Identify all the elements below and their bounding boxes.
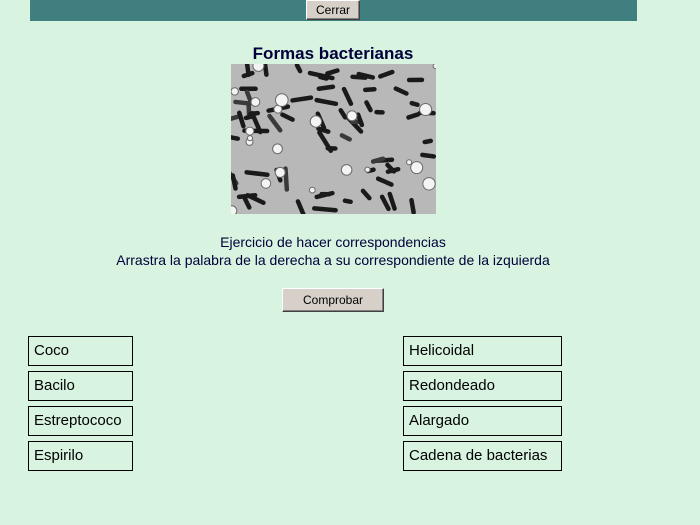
page-title: Formas bacterianas — [252, 44, 414, 63]
bacteria-microscope-image — [231, 64, 436, 214]
draggable-word-alargado[interactable]: Alargado — [403, 406, 562, 436]
term-box-coco[interactable]: Coco — [28, 336, 133, 366]
draggable-word-helicoidal[interactable]: Helicoidal — [403, 336, 562, 366]
draggable-word-redondeado[interactable]: Redondeado — [403, 371, 562, 401]
check-button[interactable]: Comprobar — [282, 288, 384, 312]
instruction-line-1: Ejercicio de hacer correspondencias — [220, 234, 446, 250]
close-button[interactable]: Cerrar — [306, 0, 360, 20]
term-box-bacilo[interactable]: Bacilo — [28, 371, 133, 401]
instruction-line-2: Arrastra la palabra de la derecha a su c… — [116, 252, 550, 268]
draggable-word-cadena-de-bacterias[interactable]: Cadena de bacterias — [403, 441, 562, 471]
term-box-estreptococo[interactable]: Estreptococo — [28, 406, 133, 436]
term-box-espirilo[interactable]: Espirilo — [28, 441, 133, 471]
